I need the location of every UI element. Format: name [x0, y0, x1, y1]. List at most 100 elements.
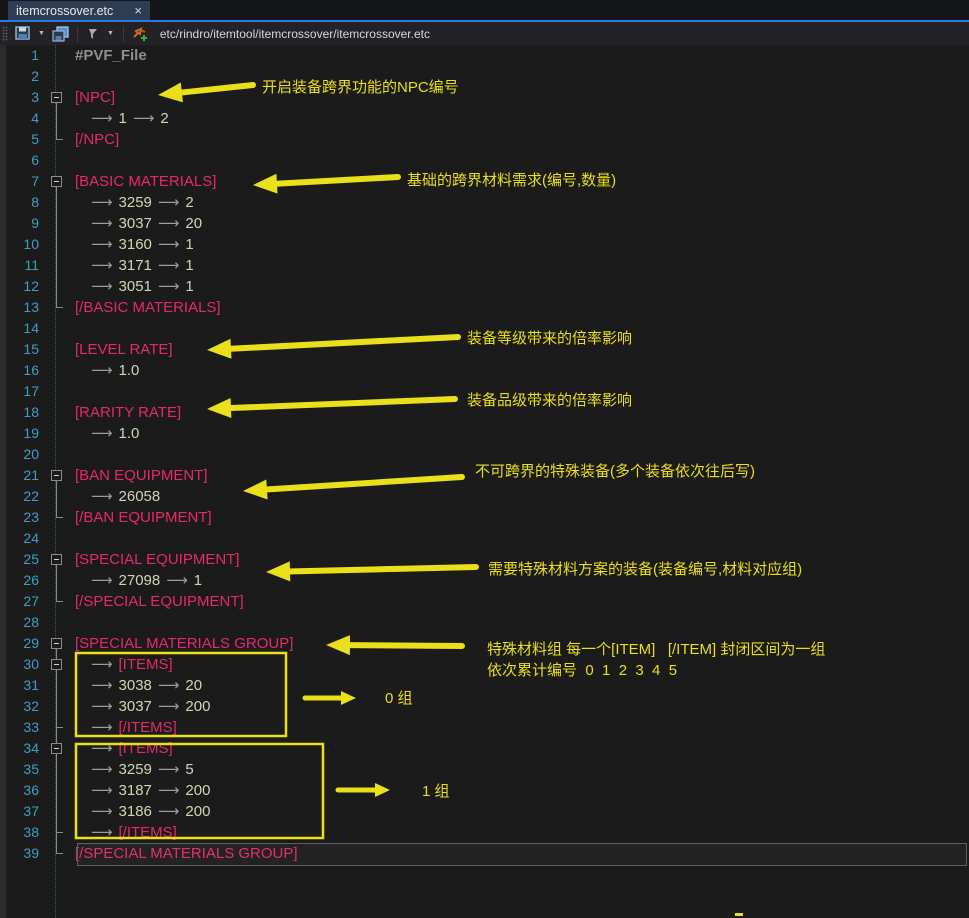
- code-text: [LEVEL RATE]: [66, 339, 179, 360]
- fold-margin: [46, 675, 66, 696]
- save-dropdown-caret-icon[interactable]: ▼: [38, 30, 45, 37]
- line-number: 15: [0, 339, 46, 360]
- fold-margin-empty: [46, 318, 66, 339]
- save-icon: [15, 26, 31, 41]
- code-token-tag: [RARITY RATE]: [75, 404, 181, 421]
- code-line-21[interactable]: 21[BAN EQUIPMENT]: [0, 465, 969, 486]
- code-line-24[interactable]: 24: [0, 528, 969, 549]
- save-button[interactable]: [12, 24, 34, 44]
- code-line-19[interactable]: 19⟶1.0: [0, 423, 969, 444]
- code-line-25[interactable]: 25[SPECIAL EQUIPMENT]: [0, 549, 969, 570]
- run-dropdown-caret-icon[interactable]: ▼: [107, 30, 114, 37]
- code-line-16[interactable]: 16⟶1.0: [0, 360, 969, 381]
- code-line-27[interactable]: 27[/SPECIAL EQUIPMENT]: [0, 591, 969, 612]
- code-line-5[interactable]: 5[/NPC]: [0, 129, 969, 150]
- code-text: ⟶3187⟶200: [66, 780, 216, 801]
- code-text: ⟶3037⟶200: [66, 696, 216, 717]
- toolbar-grip-handle[interactable]: [2, 26, 8, 42]
- fold-collapse-toggle[interactable]: [51, 554, 62, 565]
- code-line-33[interactable]: 33⟶[/ITEMS]: [0, 717, 969, 738]
- code-line-14[interactable]: 14: [0, 318, 969, 339]
- code-line-30[interactable]: 30⟶[ITEMS]: [0, 654, 969, 675]
- tab-arrow-glyph: ⟶: [91, 215, 113, 232]
- run-button[interactable]: [83, 24, 103, 44]
- code-line-11[interactable]: 11⟶3171⟶1: [0, 255, 969, 276]
- code-line-3[interactable]: 3[NPC]: [0, 87, 969, 108]
- line-number: 24: [0, 528, 46, 549]
- code-line-34[interactable]: 34⟶[ITEMS]: [0, 738, 969, 759]
- editor-left-margin: [0, 45, 6, 918]
- line-number: 1: [0, 45, 46, 66]
- tab-arrow-glyph: ⟶: [91, 236, 113, 253]
- save-all-icon: [52, 26, 69, 42]
- fold-margin: [46, 276, 66, 297]
- code-line-6[interactable]: 6: [0, 150, 969, 171]
- fold-collapse-toggle[interactable]: [51, 470, 62, 481]
- code-text: ⟶3051⟶1: [66, 276, 200, 297]
- code-line-22[interactable]: 22⟶26058: [0, 486, 969, 507]
- fold-collapse-toggle[interactable]: [51, 176, 62, 187]
- code-line-10[interactable]: 10⟶3160⟶1: [0, 234, 969, 255]
- code-token-tag: [/BAN EQUIPMENT]: [75, 509, 212, 526]
- code-line-17[interactable]: 17: [0, 381, 969, 402]
- tab-itemcrossover[interactable]: itemcrossover.etc ×: [8, 1, 150, 20]
- branch-add-button[interactable]: [129, 24, 152, 44]
- fold-collapse-toggle[interactable]: [51, 638, 62, 649]
- code-line-20[interactable]: 20: [0, 444, 969, 465]
- code-line-18[interactable]: 18[RARITY RATE]: [0, 402, 969, 423]
- code-token-val: 3037: [119, 215, 152, 232]
- fold-collapse-toggle[interactable]: [51, 92, 62, 103]
- code-line-23[interactable]: 23[/BAN EQUIPMENT]: [0, 507, 969, 528]
- tab-arrow-glyph: ⟶: [91, 257, 113, 274]
- code-line-8[interactable]: 8⟶3259⟶2: [0, 192, 969, 213]
- save-all-button[interactable]: [49, 24, 72, 44]
- code-line-35[interactable]: 35⟶3259⟶5: [0, 759, 969, 780]
- code-text: [66, 444, 75, 465]
- line-number: 2: [0, 66, 46, 87]
- tab-close-icon[interactable]: ×: [134, 4, 142, 17]
- code-line-36[interactable]: 36⟶3187⟶200: [0, 780, 969, 801]
- fold-collapse-toggle[interactable]: [51, 743, 62, 754]
- fold-margin: [46, 696, 66, 717]
- code-token-tag: [ITEMS]: [119, 740, 173, 757]
- fold-margin: [46, 570, 66, 591]
- code-line-31[interactable]: 31⟶3038⟶20: [0, 675, 969, 696]
- line-number: 3: [0, 87, 46, 108]
- code-line-39[interactable]: 39[/SPECIAL MATERIALS GROUP]: [0, 843, 969, 864]
- code-text: ⟶ 1.0: [66, 360, 145, 381]
- code-token-val: 1.0: [119, 362, 140, 379]
- code-editor[interactable]: 1#PVF_File23[NPC]4⟶1⟶25[/NPC]67[BASIC MA…: [0, 45, 969, 918]
- code-line-9[interactable]: 9⟶3037⟶20: [0, 213, 969, 234]
- code-line-28[interactable]: 28: [0, 612, 969, 633]
- code-line-1[interactable]: 1#PVF_File: [0, 45, 969, 66]
- fold-margin: [46, 465, 66, 486]
- code-text: ⟶[/ITEMS]: [66, 822, 183, 843]
- code-line-32[interactable]: 32⟶3037⟶200: [0, 696, 969, 717]
- code-token-tag: [ITEMS]: [119, 656, 173, 673]
- code-text: [/BASIC MATERIALS]: [66, 297, 227, 318]
- code-line-26[interactable]: 26⟶27098⟶1: [0, 570, 969, 591]
- tab-arrow-glyph: ⟶: [91, 803, 113, 820]
- tab-arrow-glyph: ⟶: [91, 761, 113, 778]
- tab-arrow-glyph: ⟶: [158, 215, 180, 232]
- tab-arrow-glyph: ⟶: [158, 677, 180, 694]
- code-line-13[interactable]: 13[/BASIC MATERIALS]: [0, 297, 969, 318]
- tab-arrow-glyph: ⟶: [91, 698, 113, 715]
- line-number: 37: [0, 801, 46, 822]
- code-line-29[interactable]: 29[SPECIAL MATERIALS GROUP]: [0, 633, 969, 654]
- code-token-val: 1: [194, 572, 202, 589]
- tab-arrow-glyph: ⟶: [158, 761, 180, 778]
- code-token-tag: [BASIC MATERIALS]: [75, 173, 216, 190]
- tab-arrow-glyph: ⟶: [91, 362, 113, 379]
- fold-collapse-toggle[interactable]: [51, 659, 62, 670]
- code-line-7[interactable]: 7[BASIC MATERIALS]: [0, 171, 969, 192]
- code-line-12[interactable]: 12⟶3051⟶1: [0, 276, 969, 297]
- tab-arrow-glyph: ⟶: [158, 782, 180, 799]
- code-line-37[interactable]: 37⟶3186⟶200: [0, 801, 969, 822]
- toolbar-separator: [77, 26, 78, 42]
- code-line-38[interactable]: 38⟶[/ITEMS]: [0, 822, 969, 843]
- code-line-15[interactable]: 15 [LEVEL RATE]: [0, 339, 969, 360]
- code-line-4[interactable]: 4⟶1⟶2: [0, 108, 969, 129]
- fold-margin-empty: [46, 66, 66, 87]
- code-line-2[interactable]: 2: [0, 66, 969, 87]
